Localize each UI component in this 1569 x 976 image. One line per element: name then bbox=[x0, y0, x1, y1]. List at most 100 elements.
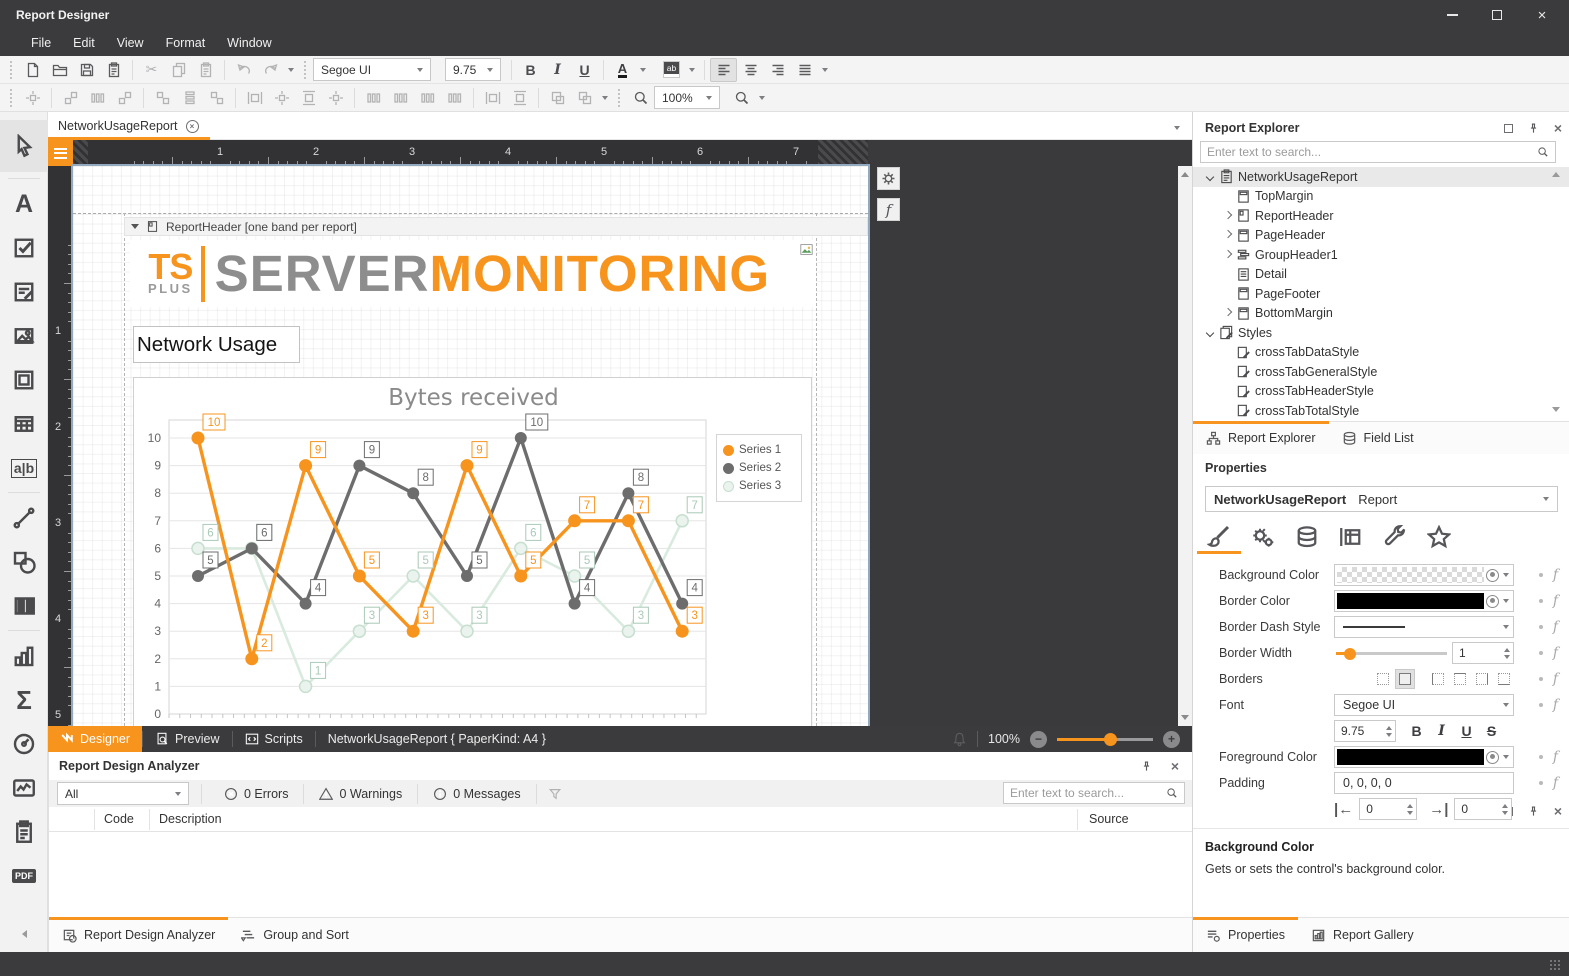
tool-barcode[interactable] bbox=[0, 584, 48, 628]
padding-left-spinner[interactable] bbox=[1359, 798, 1417, 820]
borders-top-button[interactable] bbox=[1450, 669, 1470, 689]
tab-properties[interactable]: Properties bbox=[1193, 918, 1298, 952]
tree-scroll-down-icon[interactable] bbox=[1552, 407, 1560, 412]
tab-layout[interactable] bbox=[1329, 520, 1373, 554]
pin-icon[interactable] bbox=[1527, 122, 1540, 135]
tool-gauge[interactable] bbox=[0, 722, 48, 766]
tool-table[interactable] bbox=[0, 402, 48, 446]
tab-favorites[interactable] bbox=[1417, 520, 1461, 554]
border-width-slider[interactable] bbox=[1334, 643, 1447, 663]
notifications-bell-icon[interactable] bbox=[952, 732, 967, 747]
warnings-badge[interactable]: 0 Warnings bbox=[309, 787, 412, 801]
redo-button[interactable] bbox=[257, 58, 284, 82]
tree-item-networkusagereport[interactable]: NetworkUsageReport bbox=[1193, 167, 1569, 187]
align-lefts-button[interactable] bbox=[57, 86, 84, 110]
zoom-out-button[interactable] bbox=[627, 86, 654, 110]
align-bottoms-button[interactable] bbox=[203, 86, 230, 110]
padding-left-input[interactable] bbox=[1360, 802, 1404, 816]
redo-dropdown[interactable] bbox=[284, 58, 298, 82]
tab-list-dropdown[interactable] bbox=[1170, 116, 1184, 140]
font-name-combo[interactable]: Segoe UI bbox=[313, 58, 431, 81]
font-size-combo[interactable]: 9.75 bbox=[445, 58, 501, 81]
borders-none-button[interactable] bbox=[1373, 669, 1393, 689]
canvas-vertical-scrollbar[interactable] bbox=[1178, 166, 1192, 726]
tool-checkbox[interactable] bbox=[0, 226, 48, 270]
explorer-search-input[interactable] bbox=[1207, 145, 1537, 159]
save-all-button[interactable] bbox=[100, 58, 127, 82]
logo-picture-box[interactable]: TS PLUS SERVER MONITORING bbox=[130, 240, 816, 307]
tool-character-comb[interactable]: a|b bbox=[0, 446, 48, 490]
tab-report-explorer[interactable]: Report Explorer bbox=[1193, 422, 1329, 454]
left-margin-line[interactable] bbox=[124, 213, 125, 726]
border-width-slider-thumb[interactable] bbox=[1344, 648, 1356, 660]
tool-panel[interactable] bbox=[0, 358, 48, 402]
bring-to-front-button[interactable] bbox=[544, 86, 571, 110]
smart-tag-menu-icon[interactable] bbox=[48, 140, 73, 166]
tool-shape[interactable] bbox=[0, 540, 48, 584]
zoom-in-icon[interactable]: + bbox=[1163, 731, 1180, 748]
expression-fx-button[interactable]: f bbox=[877, 198, 900, 221]
tree-item-crosstabtotalstyle[interactable]: crossTabTotalStyle bbox=[1193, 401, 1569, 421]
expression-icon[interactable]: f bbox=[1553, 671, 1558, 687]
font-size-input[interactable] bbox=[1335, 724, 1383, 738]
borders-left-button[interactable] bbox=[1428, 669, 1448, 689]
padding-right-spinner[interactable] bbox=[1454, 798, 1512, 820]
tab-close-icon[interactable]: × bbox=[186, 120, 199, 133]
align-centers-button[interactable] bbox=[84, 86, 111, 110]
borders-right-button[interactable] bbox=[1472, 669, 1492, 689]
align-dropdown[interactable] bbox=[818, 58, 832, 82]
resize-grip[interactable] bbox=[1549, 959, 1561, 971]
align-left-button[interactable] bbox=[710, 58, 737, 82]
same-size-button[interactable] bbox=[322, 86, 349, 110]
align-tops-button[interactable] bbox=[149, 86, 176, 110]
zoom-slider[interactable] bbox=[1057, 738, 1153, 741]
font-italic-button[interactable]: I bbox=[1429, 723, 1454, 739]
toolbox-collapse-button[interactable] bbox=[0, 924, 48, 944]
menu-window[interactable]: Window bbox=[218, 32, 280, 54]
save-button[interactable] bbox=[73, 58, 100, 82]
expression-icon[interactable]: f bbox=[1553, 567, 1558, 583]
band-collapse-icon[interactable] bbox=[131, 224, 139, 229]
menu-format[interactable]: Format bbox=[157, 32, 215, 54]
align-rights-button[interactable] bbox=[111, 86, 138, 110]
align-center-button[interactable] bbox=[737, 58, 764, 82]
analyzer-search-input[interactable] bbox=[1010, 786, 1166, 800]
align-middles-button[interactable] bbox=[176, 86, 203, 110]
font-underline-button[interactable]: U bbox=[1454, 723, 1479, 739]
menu-file[interactable]: File bbox=[22, 32, 60, 54]
tool-sparkline[interactable] bbox=[0, 766, 48, 810]
tool-picturebox[interactable] bbox=[0, 314, 48, 358]
column-source[interactable]: Source bbox=[1089, 812, 1129, 826]
tab-utility[interactable] bbox=[1373, 520, 1417, 554]
report-header-band-caption[interactable]: ReportHeader [one band per report] bbox=[124, 217, 868, 236]
tab-data[interactable] bbox=[1285, 520, 1329, 554]
same-width-button[interactable] bbox=[241, 86, 268, 110]
tree-item-pagefooter[interactable]: PageFooter bbox=[1193, 284, 1569, 304]
zoom-dropdown[interactable] bbox=[755, 86, 769, 110]
pin-icon[interactable] bbox=[1140, 760, 1153, 773]
scroll-up-icon[interactable] bbox=[1181, 172, 1189, 177]
tree-item-bottommargin[interactable]: BottomMargin bbox=[1193, 304, 1569, 324]
messages-badge[interactable]: 0 Messages bbox=[423, 787, 530, 801]
font-bold-button[interactable]: B bbox=[1404, 723, 1429, 739]
object-selector-combo[interactable]: NetworkUsageReport Report bbox=[1205, 486, 1558, 512]
center-vertically-button[interactable] bbox=[506, 86, 533, 110]
tree-scroll-up-icon[interactable] bbox=[1552, 172, 1560, 177]
zoom-slider-thumb[interactable] bbox=[1104, 733, 1117, 746]
color-target-icon[interactable] bbox=[1486, 751, 1499, 764]
border-width-spinner[interactable] bbox=[1452, 642, 1514, 664]
padding-right-input[interactable] bbox=[1455, 802, 1499, 816]
tab-report-gallery[interactable]: Report Gallery bbox=[1298, 918, 1427, 952]
tool-richtext[interactable] bbox=[0, 270, 48, 314]
tab-appearance[interactable] bbox=[1197, 520, 1241, 554]
zoom-in-button[interactable] bbox=[728, 86, 755, 110]
tab-network-usage-report[interactable]: NetworkUsageReport × bbox=[48, 112, 209, 140]
size-to-grid-button[interactable] bbox=[268, 86, 295, 110]
restore-icon[interactable] bbox=[1504, 124, 1513, 133]
align-right-button[interactable] bbox=[764, 58, 791, 82]
tree-item-crosstabdatastyle[interactable]: crossTabDataStyle bbox=[1193, 343, 1569, 363]
minimize-button[interactable] bbox=[1435, 0, 1469, 30]
tab-preview[interactable]: Preview bbox=[143, 726, 231, 752]
tree-item-reportheader[interactable]: ReportHeader bbox=[1193, 206, 1569, 226]
zoom-out-icon[interactable]: − bbox=[1030, 731, 1047, 748]
